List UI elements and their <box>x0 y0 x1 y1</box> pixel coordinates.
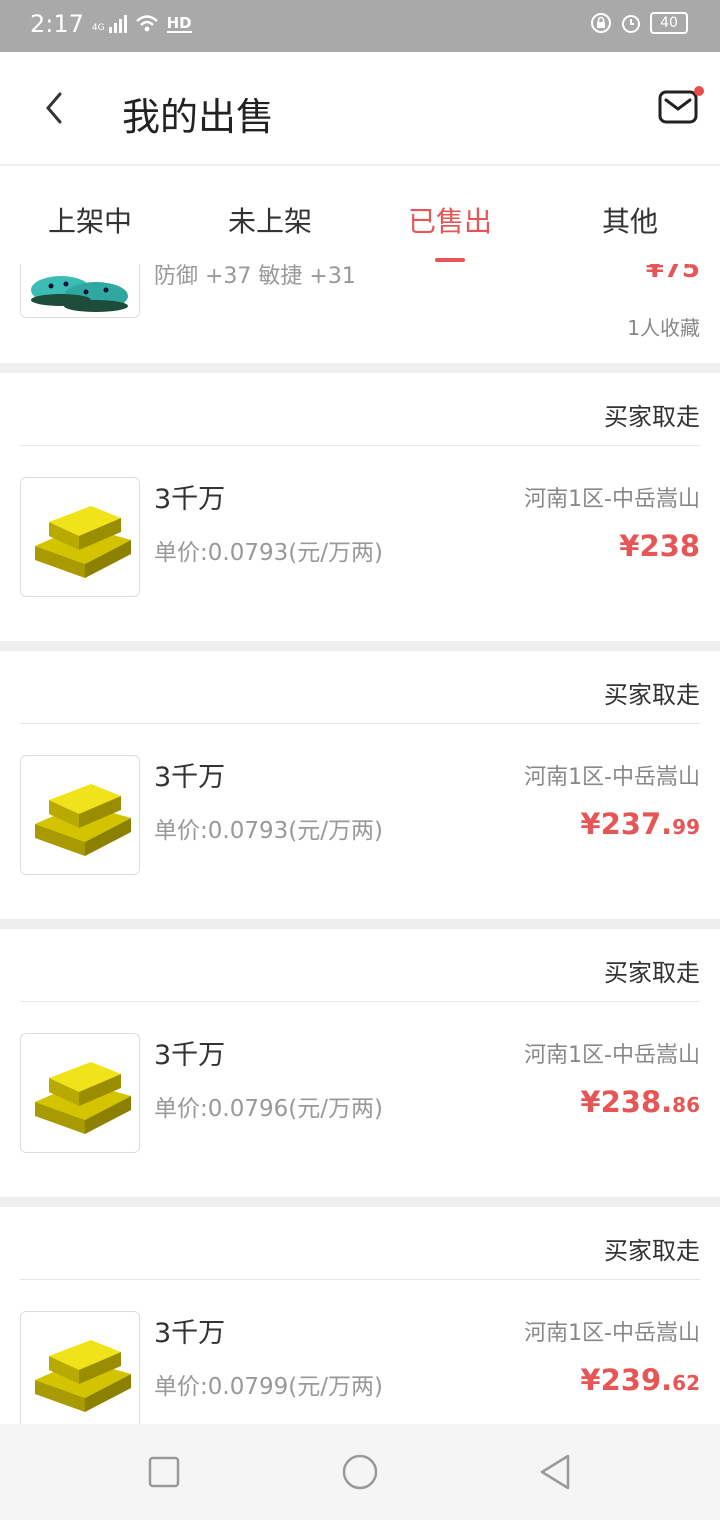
unit-price: 单价:0.0799(元/万两) <box>154 1374 383 1400</box>
order-status: 买家取走 <box>604 1237 700 1265</box>
shoes-icon <box>31 276 128 312</box>
divider <box>20 1001 700 1002</box>
status-time: 2:17 <box>30 10 84 38</box>
server-name: 河南1区-中岳嵩山 <box>524 1043 700 1068</box>
back-icon[interactable] <box>34 86 78 130</box>
item-thumbnail <box>20 755 140 875</box>
nav-back-icon[interactable] <box>536 1452 576 1492</box>
notification-dot <box>694 86 704 96</box>
tab-label: 上架中 <box>47 205 132 238</box>
item-thumbnail <box>20 264 140 318</box>
order-status: 买家取走 <box>604 681 700 709</box>
item-thumbnail <box>20 1033 140 1153</box>
partial-list-item[interactable]: 防御 +37 敏捷 +31 ¥75 1人收藏 <box>0 264 720 363</box>
tab-label: 已售出 <box>407 205 492 238</box>
recent-apps-icon[interactable] <box>144 1452 184 1492</box>
server-name: 河南1区-中岳嵩山 <box>524 487 700 512</box>
battery-icon: 40 <box>650 12 688 34</box>
order-price: ¥238 <box>619 529 700 563</box>
item-amount: 3千万 <box>154 762 226 793</box>
item-amount: 3千万 <box>154 484 226 515</box>
order-card[interactable]: 买家取走 3千万 单价:0.0796(元/万两) 河南1区-中岳嵩山 ¥238.… <box>0 929 720 1197</box>
tab-label: 其他 <box>601 205 658 238</box>
active-tab-indicator <box>435 258 465 262</box>
item-thumbnail <box>20 477 140 597</box>
gold-bars-icon <box>35 1062 131 1134</box>
order-status: 买家取走 <box>604 403 700 431</box>
tab-unlisted[interactable]: 未上架 <box>180 166 360 264</box>
gold-bars-icon <box>35 1340 131 1412</box>
alarm-icon <box>622 15 640 33</box>
order-price: ¥238.86 <box>580 1085 700 1119</box>
price-decimal: 86 <box>672 1093 700 1117</box>
item-amount: 3千万 <box>154 1318 226 1349</box>
signal-icon: 4G <box>92 15 127 33</box>
gold-bars-icon <box>35 784 131 856</box>
item-amount: 3千万 <box>154 1040 226 1071</box>
wifi-icon <box>135 15 158 32</box>
order-price: ¥237.99 <box>580 807 700 841</box>
item-price: ¥75 <box>645 264 700 284</box>
status-left: 2:17 4G HD <box>30 10 192 38</box>
price-integer: ¥238. <box>580 1085 673 1119</box>
price-decimal: 62 <box>672 1371 700 1395</box>
order-status: 买家取走 <box>604 959 700 987</box>
divider <box>20 723 700 724</box>
price-decimal: 99 <box>672 815 700 839</box>
order-list[interactable]: 防御 +37 敏捷 +31 ¥75 1人收藏 买家取走 3千万 单价:0.079… <box>0 264 720 1424</box>
lock-rotation-icon <box>591 13 611 33</box>
item-stats: 防御 +37 敏捷 +31 <box>154 264 356 289</box>
tab-on-sale[interactable]: 上架中 <box>0 166 180 264</box>
item-thumbnail <box>20 1311 140 1424</box>
gold-bars-icon <box>35 506 131 578</box>
tab-bar: 上架中 未上架 已售出 其他 <box>0 166 720 264</box>
unit-price: 单价:0.0793(元/万两) <box>154 540 383 566</box>
price-integer: ¥239. <box>580 1363 673 1397</box>
divider <box>20 1279 700 1280</box>
network-label: 4G <box>91 23 105 33</box>
order-card[interactable]: 买家取走 3千万 单价:0.0793(元/万两) 河南1区-中岳嵩山 ¥237.… <box>0 651 720 919</box>
home-icon[interactable] <box>340 1452 380 1492</box>
tab-label: 未上架 <box>227 205 312 238</box>
mail-icon[interactable] <box>658 90 698 124</box>
divider <box>20 445 700 446</box>
favorite-count: 1人收藏 <box>627 316 700 340</box>
unit-price: 单价:0.0793(元/万两) <box>154 818 383 844</box>
tab-other[interactable]: 其他 <box>540 166 720 264</box>
page-title: 我的出售 <box>122 95 275 139</box>
system-nav-bar <box>0 1424 720 1520</box>
order-card[interactable]: 买家取走 3千万 单价:0.0793(元/万两) 河南1区-中岳嵩山 ¥238 <box>0 373 720 641</box>
app-header: 我的出售 <box>0 52 720 166</box>
server-name: 河南1区-中岳嵩山 <box>524 765 700 790</box>
unit-price: 单价:0.0796(元/万两) <box>154 1096 383 1122</box>
status-right: 40 <box>590 12 688 34</box>
order-card[interactable]: 买家取走 3千万 单价:0.0799(元/万两) 河南1区-中岳嵩山 ¥239.… <box>0 1207 720 1424</box>
order-price: ¥239.62 <box>580 1363 700 1397</box>
server-name: 河南1区-中岳嵩山 <box>524 1321 700 1346</box>
hd-icon: HD <box>166 14 192 33</box>
tab-sold[interactable]: 已售出 <box>360 166 540 264</box>
price-integer: ¥238 <box>619 529 700 563</box>
status-bar: 2:17 4G HD 40 <box>0 0 720 52</box>
price-integer: ¥237. <box>580 807 673 841</box>
